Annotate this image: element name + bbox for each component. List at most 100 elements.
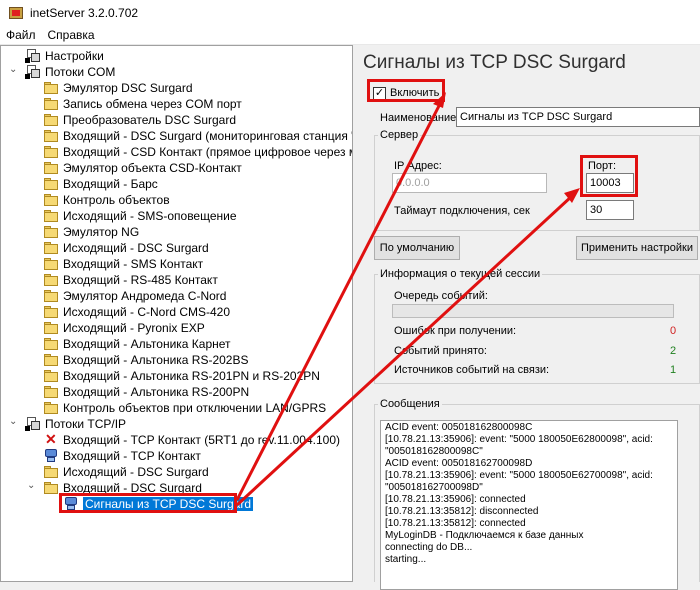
ip-field[interactable]: 0.0.0.0: [392, 173, 547, 193]
received-value: 2: [670, 345, 677, 357]
errors-label: Ошибок при получении:: [394, 325, 517, 337]
tree-item-label: Контроль объектов при отключении LAN/GPR…: [63, 401, 327, 415]
tree-item[interactable]: Исходящий - C-Nord CMS-420: [43, 304, 230, 320]
sources-label: Источников событий на связи:: [394, 364, 550, 376]
folder-icon: [43, 241, 59, 255]
tree-item-label: Входящий - Барс: [63, 177, 158, 191]
folder-icon: [43, 321, 59, 335]
tree-item[interactable]: ✕ Входящий - TCP Контакт (5RT1 до rev.11.…: [43, 432, 340, 448]
tree-item-label: Потоки TCP/IP: [45, 417, 127, 431]
tree-item[interactable]: Эмулятор Андромеда C-Nord: [43, 288, 226, 304]
tree-item[interactable]: Входящий - TCP Контакт: [43, 448, 201, 464]
log-line: [10.78.21.13:35906]: connected: [385, 494, 526, 505]
tree-item[interactable]: Исходящий - SMS-оповещение: [43, 208, 237, 224]
folder-icon: [43, 369, 59, 383]
tree-item-label: Входящий - Альтоника RS-200PN: [63, 385, 250, 399]
tree-item-label: Исходящий - Pyronix EXP: [63, 321, 205, 335]
tree-item-label: Исходящий - SMS-оповещение: [63, 209, 237, 223]
chevron-down-icon[interactable]: ⌄: [27, 481, 36, 491]
folder-icon: [43, 353, 59, 367]
errors-value: 0: [670, 325, 677, 337]
tree-item[interactable]: Входящий - CSD Контакт (прямое цифровое …: [43, 144, 352, 160]
folder-icon: [43, 145, 59, 159]
tree-item[interactable]: Исходящий - Pyronix EXP: [43, 320, 205, 336]
tree-item-label: Эмулятор DSC Surgard: [63, 81, 193, 95]
name-field[interactable]: Сигналы из TCP DSC Surgard: [456, 107, 700, 127]
tree-item-label: Входящий - CSD Контакт (прямое цифровое …: [63, 145, 352, 159]
timeout-label: Таймаут подключения, сек: [394, 205, 530, 217]
chevron-down-icon[interactable]: ⌄: [9, 417, 18, 427]
tree-item-label: Эмулятор объекта CSD-Контакт: [63, 161, 242, 175]
tree-item[interactable]: Настройки: [25, 48, 104, 64]
server-group-label: Сервер: [378, 129, 421, 141]
tree-item[interactable]: Входящий - Альтоника RS-201PN и RS-202PN: [43, 368, 320, 384]
folder-icon: [43, 129, 59, 143]
log-line: "005018162700098D": [385, 482, 483, 493]
group-icon: [25, 65, 41, 79]
tree-item[interactable]: Входящий - Альтоника Карнет: [43, 336, 231, 352]
tree-item[interactable]: Эмулятор объекта CSD-Контакт: [43, 160, 242, 176]
tree-item-label: Контроль объектов: [63, 193, 170, 207]
queue-label: Очередь событий:: [394, 290, 488, 302]
tree-item[interactable]: Запись обмена через COM порт: [43, 96, 242, 112]
tree-item[interactable]: Входящий - Альтоника RS-202BS: [43, 352, 249, 368]
tree-item[interactable]: Контроль объектов при отключении LAN/GPR…: [43, 400, 326, 416]
menu-help[interactable]: Справка: [42, 28, 101, 42]
folder-icon: [43, 81, 59, 95]
tree-item-label: Преобразователь DSC Surgard: [63, 113, 237, 127]
app-icon: [8, 5, 24, 21]
default-button[interactable]: По умолчанию: [374, 236, 460, 260]
tree-item-label: Исходящий - DSC Surgard: [63, 241, 209, 255]
folder-icon: [43, 385, 59, 399]
timeout-field[interactable]: 30: [586, 200, 634, 220]
tree-item[interactable]: ⌄ Потоки COM: [9, 64, 116, 80]
log-line: "005018162800098C": [385, 446, 483, 457]
menu-bar: Файл Справка: [0, 26, 700, 45]
folder-icon: [43, 257, 59, 271]
tree-item-label: Входящий - Альтоника RS-202BS: [63, 353, 249, 367]
menu-file[interactable]: Файл: [0, 28, 42, 42]
tree-item[interactable]: Входящий - DSC Surgard (мониторинговая с…: [43, 128, 352, 144]
group-icon: [25, 417, 41, 431]
log-line: connecting do DB...: [385, 542, 473, 553]
messages-log[interactable]: ACID event: 005018162800098C [10.78.21.13…: [380, 420, 678, 590]
tree-item-label: Настройки: [45, 49, 104, 63]
group-icon: [25, 49, 41, 63]
apply-settings-button[interactable]: Применить настройки: [576, 236, 698, 260]
tree-item-label: Потоки COM: [45, 65, 116, 79]
folder-icon: [43, 193, 59, 207]
log-line: [10.78.21.13:35812]: disconnected: [385, 506, 539, 517]
tree-item-label: Запись обмена через COM порт: [63, 97, 242, 111]
tree-item[interactable]: Исходящий - DSC Surgard: [43, 240, 209, 256]
tree-item-label: Входящий - Альтоника RS-201PN и RS-202PN: [63, 369, 320, 383]
window-title: inetServer 3.2.0.702: [30, 6, 139, 20]
tree-item[interactable]: Исходящий - DSC Surgard: [43, 464, 209, 480]
folder-icon: [43, 225, 59, 239]
tree-item[interactable]: Входящий - Альтоника RS-200PN: [43, 384, 249, 400]
log-line: ACID event: 005018162800098C: [385, 422, 533, 433]
folder-icon: [43, 177, 59, 191]
network-icon: [43, 449, 59, 463]
tree-item[interactable]: Входящий - RS-485 Контакт: [43, 272, 218, 288]
tree-item[interactable]: Входящий - SMS Контакт: [43, 256, 203, 272]
log-line: [10.78.21.13:35906]: event: "5000 180050…: [385, 470, 653, 481]
tree-item[interactable]: Входящий - Барс: [43, 176, 158, 192]
title-bar: inetServer 3.2.0.702: [0, 0, 700, 26]
log-line: [10.78.21.13:35906]: event: "5000 180050…: [385, 434, 653, 445]
log-line: ACID event: 005018162700098D: [385, 458, 533, 469]
tree-item[interactable]: Преобразователь DSC Surgard: [43, 112, 236, 128]
folder-icon: [43, 161, 59, 175]
tree-item[interactable]: ⌄ Потоки TCP/IP: [9, 416, 127, 432]
tree-item[interactable]: Контроль объектов: [43, 192, 170, 208]
tree-item[interactable]: Эмулятор DSC Surgard: [43, 80, 193, 96]
settings-panel: Сигналы из TCP DSC Surgard ✓ Включить На…: [356, 45, 700, 590]
folder-icon: [43, 273, 59, 287]
highlight-selected-node: [59, 493, 237, 513]
page-title: Сигналы из TCP DSC Surgard: [363, 52, 626, 73]
chevron-down-icon[interactable]: ⌄: [9, 65, 18, 75]
folder-icon: [43, 305, 59, 319]
folder-icon: [43, 481, 59, 495]
folder-icon: [43, 401, 59, 415]
highlight-port: [580, 155, 638, 197]
tree-item[interactable]: Эмулятор NG: [43, 224, 139, 240]
